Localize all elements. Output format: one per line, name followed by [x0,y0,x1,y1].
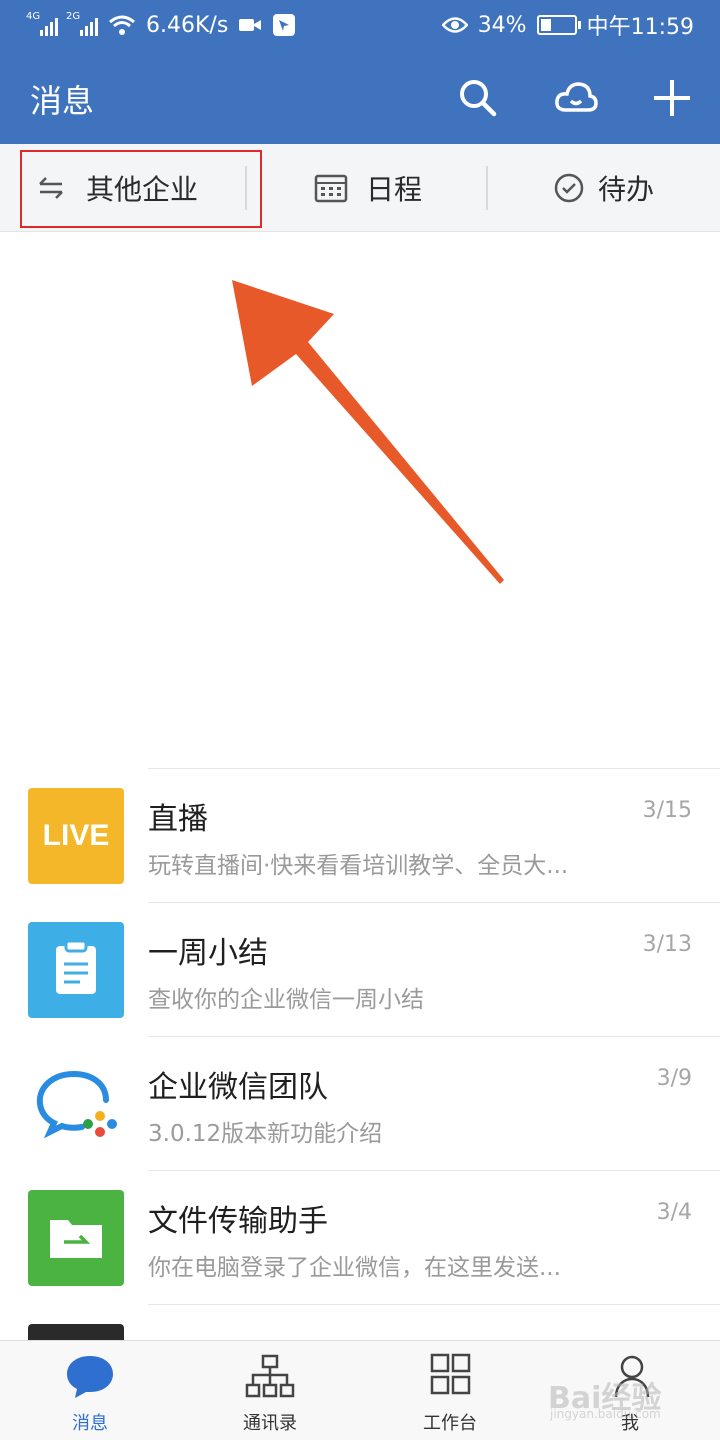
plus-icon[interactable] [650,76,694,120]
message-date: 3/15 [642,798,692,823]
message-date: 3/9 [656,1066,692,1091]
video-icon [239,19,262,31]
message-preview: 查收你的企业微信一周小结 [148,987,424,1013]
message-date: 3/13 [642,932,692,957]
wifi-icon [109,15,135,35]
todo-button[interactable]: 待办 [554,144,654,232]
highlight-annotation-box [20,150,262,228]
live-avatar: LIVE [28,788,124,884]
tab-label: 工作台 [423,1413,477,1434]
annotation-arrow [232,280,504,584]
cell-signal-icon: 4G [26,11,58,36]
message-title: 文件传输助手 [148,1204,328,1239]
chat-bubble-icon [67,1356,113,1398]
grid-icon [430,1353,471,1395]
tab-label: 消息 [72,1413,108,1434]
message-preview: 3.0.12版本新功能介绍 [148,1121,383,1147]
schedule-button[interactable]: 日程 [314,144,422,232]
battery-percent: 34% [477,12,527,38]
cloud-icon[interactable] [554,76,598,120]
message-title: 直播 [148,802,208,837]
clipboard-icon [28,922,124,1018]
tab-messages[interactable]: 消息 [0,1341,180,1440]
wecom-logo-icon [28,1056,124,1152]
list-item[interactable]: 企业微信团队 3.0.12版本新功能介绍 3/9 [0,1036,720,1170]
list-item[interactable]: 一周小结 查收你的企业微信一周小结 3/13 [0,902,720,1036]
clock: 中午11:59 [586,15,694,40]
message-title: 一周小结 [148,936,268,971]
folder-icon [28,1190,124,1286]
search-icon[interactable] [456,76,500,120]
cell-signal-2-icon: 2G [66,11,98,36]
network-speed: 6.46K/s [146,12,229,38]
app-notification-icon [273,14,296,36]
bottom-tab-bar: 消息 通讯录 工作台 我 Bai经验 jingyan.baidu.com [0,1340,720,1440]
org-chart-icon [245,1354,295,1398]
list-item[interactable]: LIVE 直播 玩转直播间·快来看看培训教学、全员大... 3/15 [0,768,720,902]
eye-icon [441,17,468,33]
tab-label: 通讯录 [243,1413,297,1434]
calendar-icon [314,174,348,203]
divider [486,166,488,210]
message-list: LIVE 直播 玩转直播间·快来看看培训教学、全员大... 3/15 一周小结 … [0,768,720,1438]
battery-icon [536,15,581,35]
message-date: 3/4 [656,1200,692,1225]
message-preview: 你在电脑登录了企业微信，在这里发送... [148,1255,561,1281]
schedule-label: 日程 [366,173,423,206]
watermark-url: jingyan.baidu.com [550,1407,661,1421]
message-title: 企业微信团队 [148,1070,328,1105]
list-item[interactable]: 文件传输助手 你在电脑登录了企业微信，在这里发送... 3/4 [0,1170,720,1304]
todo-label: 待办 [598,173,655,206]
check-circle-icon [554,173,584,203]
status-bar: 4G 2G 6.46K/s 34% 中午11:59 [0,0,720,50]
message-preview: 玩转直播间·快来看看培训教学、全员大... [148,853,569,879]
tab-workbench[interactable]: 工作台 [360,1341,540,1440]
app-bar: 消息 [0,50,720,144]
page-title: 消息 [30,82,95,120]
tab-contacts[interactable]: 通讯录 [180,1341,360,1440]
